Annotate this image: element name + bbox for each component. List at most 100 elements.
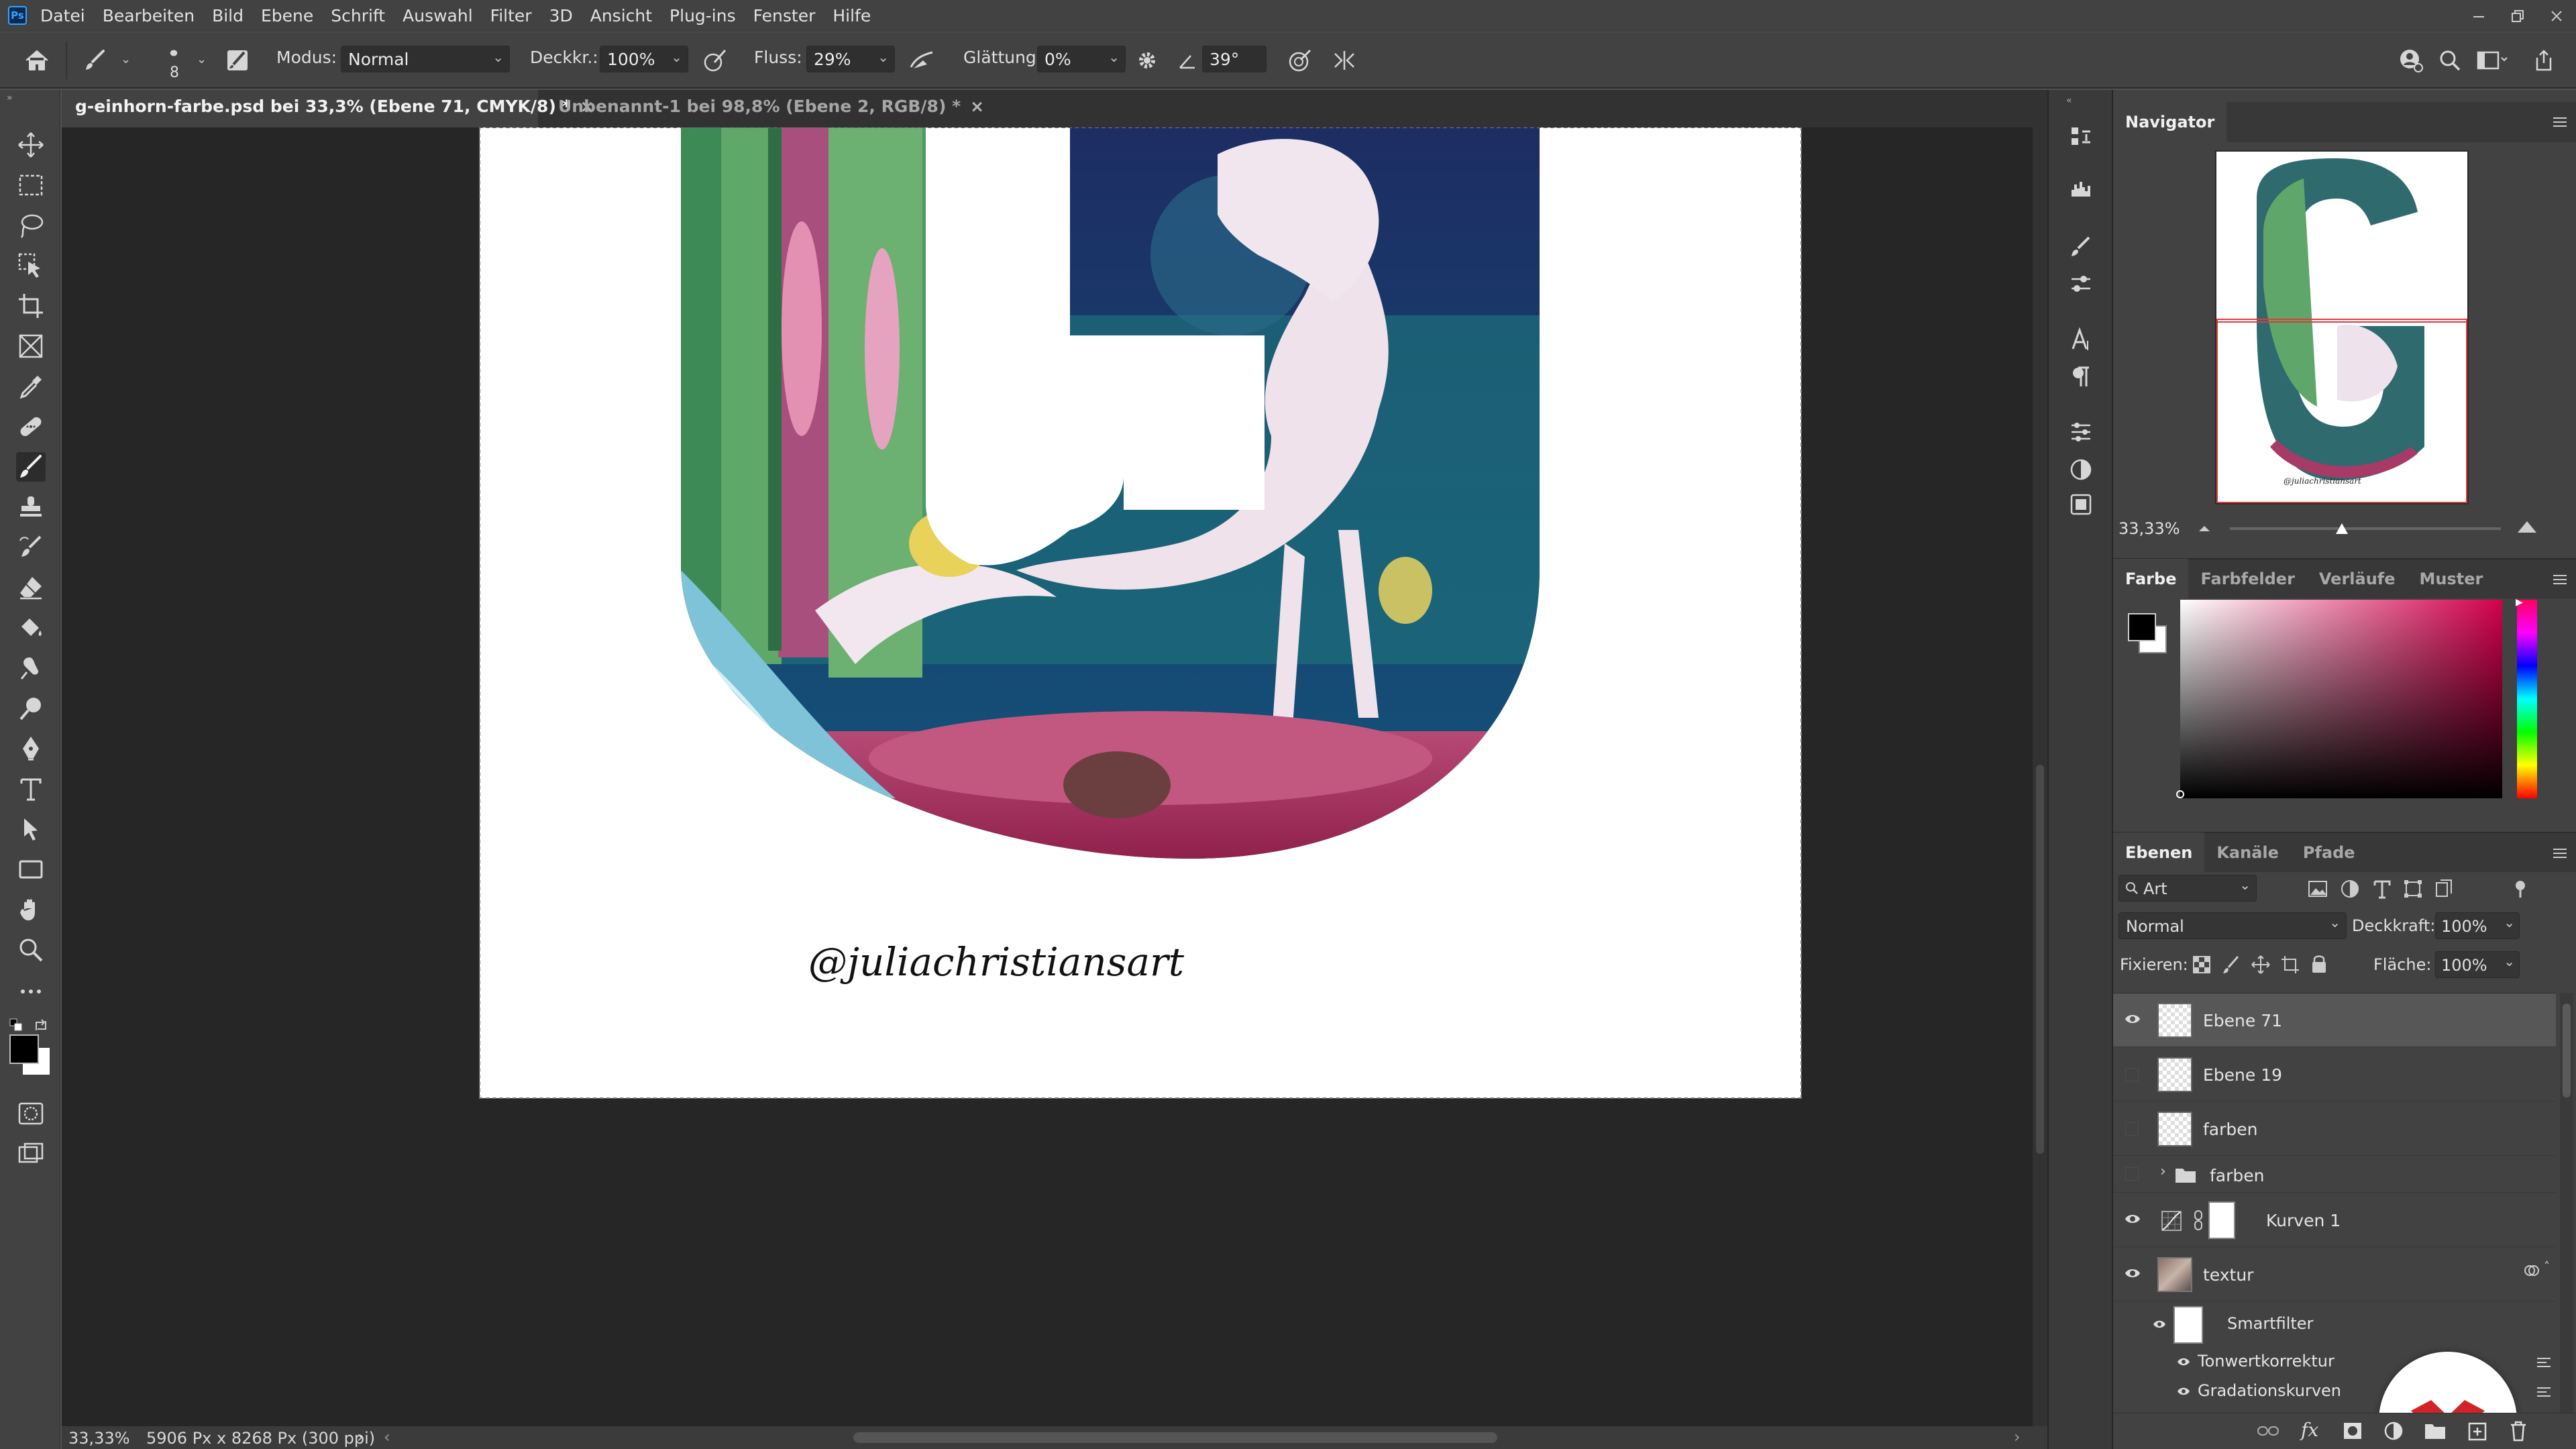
tab-g-einhorn[interactable]: g-einhorn-farbe.psd bei 33,3% (Ebene 71,…: [62, 90, 594, 127]
group-name[interactable]: farben: [2210, 1166, 2265, 1185]
brush-preset-icon[interactable]: [170, 50, 178, 56]
layer-name[interactable]: Ebene 71: [2203, 1011, 2282, 1030]
collapse-icon[interactable]: «: [2066, 95, 2072, 106]
layer-group-row[interactable]: › farben: [2113, 1157, 2556, 1193]
flow-field[interactable]: 29% ⌄: [806, 46, 895, 72]
link-layers-icon[interactable]: [2257, 1421, 2279, 1440]
lock-pixels-icon[interactable]: [2222, 955, 2241, 974]
lock-artboard-icon[interactable]: [2281, 955, 2300, 974]
default-colors-icon[interactable]: [9, 1018, 23, 1032]
lock-position-icon[interactable]: [2251, 955, 2270, 974]
filter-options-icon[interactable]: [2536, 1356, 2552, 1369]
menu-plugins[interactable]: Plug-ins: [669, 6, 736, 25]
lasso-tool-icon[interactable]: [16, 211, 46, 240]
filter-options-icon[interactable]: [2536, 1385, 2552, 1399]
zoom-level[interactable]: 33,33%: [68, 1429, 130, 1448]
menu-hilfe[interactable]: Hilfe: [833, 6, 871, 25]
paragraph-panel-icon[interactable]: [2066, 362, 2096, 392]
path-select-tool-icon[interactable]: [16, 814, 46, 844]
collapse-icon[interactable]: »: [7, 93, 13, 103]
tab-navigator[interactable]: Navigator: [2113, 102, 2227, 142]
scroll-thumb[interactable]: [2036, 765, 2044, 1154]
more-tools-icon[interactable]: [16, 977, 46, 1006]
brush-tool-icon[interactable]: [80, 46, 110, 75]
menu-bearbeiten[interactable]: Bearbeiten: [103, 6, 195, 25]
restore-icon[interactable]: [2498, 0, 2537, 32]
new-layer-icon[interactable]: [2467, 1421, 2487, 1442]
smoothing-field[interactable]: 0% ⌄: [1037, 46, 1126, 72]
character-panel-icon[interactable]: [2066, 325, 2096, 354]
filter-pixel-icon[interactable]: [2308, 879, 2328, 899]
layer-fill-field[interactable]: 100% ⌄: [2435, 951, 2520, 978]
marquee-tool-icon[interactable]: [16, 170, 46, 200]
scroll-thumb[interactable]: [2563, 1004, 2571, 1097]
horizontal-scroll-thumb[interactable]: [853, 1432, 1497, 1443]
hue-handle[interactable]: ▶: [2516, 597, 2523, 608]
eye-icon[interactable]: [2124, 1012, 2141, 1026]
tab-verlaeufe[interactable]: Verläufe: [2307, 559, 2408, 599]
filter-name[interactable]: Tonwertkorrektur: [2198, 1352, 2334, 1371]
visibility-toggle[interactable]: [2125, 1068, 2139, 1081]
close-icon[interactable]: ×: [970, 97, 984, 116]
eye-icon[interactable]: [2176, 1356, 2191, 1368]
menu-ebene[interactable]: Ebene: [261, 6, 313, 25]
brush-settings-icon[interactable]: [223, 46, 252, 75]
airbrush-icon[interactable]: [907, 46, 936, 75]
color-picker-handle[interactable]: [2176, 790, 2184, 798]
foreground-color-swatch[interactable]: [9, 1034, 39, 1064]
mode-select[interactable]: Normal ⌄: [341, 46, 510, 72]
crop-tool-icon[interactable]: [16, 291, 46, 321]
tab-unbenannt[interactable]: Unbenannt-1 bei 98,8% (Ebene 2, RGB/8) *…: [545, 90, 1001, 127]
type-tool-icon[interactable]: [16, 774, 46, 804]
delete-layer-icon[interactable]: [2509, 1420, 2528, 1442]
screen-mode-icon[interactable]: [16, 1139, 46, 1169]
color-field[interactable]: [2176, 600, 2502, 798]
chevron-up-icon[interactable]: ˄: [2544, 1260, 2550, 1274]
pen-tool-icon[interactable]: [16, 734, 46, 763]
menu-datei[interactable]: Datei: [40, 6, 85, 25]
filter-shape-icon[interactable]: [2403, 879, 2423, 899]
layer-row[interactable]: farben: [2113, 1102, 2556, 1156]
opacity-field[interactable]: 100% ⌄: [600, 46, 688, 72]
menu-ansicht[interactable]: Ansicht: [590, 6, 652, 25]
scroll-left-icon[interactable]: ‹: [384, 1428, 390, 1446]
eye-icon[interactable]: [2124, 1267, 2141, 1280]
menu-fenster[interactable]: Fenster: [753, 6, 816, 25]
navigator-zoom-slider[interactable]: [2230, 527, 2501, 530]
chevron-down-icon[interactable]: ⌄: [121, 52, 131, 66]
smart-filter-row[interactable]: Smartfilter: [2113, 1302, 2556, 1346]
menu-filter[interactable]: Filter: [490, 6, 532, 25]
brush-tool-icon[interactable]: [16, 452, 46, 482]
panel-menu-icon[interactable]: [2552, 573, 2568, 586]
canvas-area[interactable]: @juliachristiansart: [62, 127, 2033, 1426]
visibility-toggle[interactable]: [2125, 1167, 2139, 1181]
layer-name[interactable]: farben: [2203, 1120, 2258, 1139]
fx-icon[interactable]: fx: [2301, 1419, 2318, 1441]
pressure-opacity-icon[interactable]: [700, 46, 730, 75]
layer-name[interactable]: textur: [2203, 1265, 2253, 1285]
document-canvas[interactable]: @juliachristiansart: [479, 127, 1802, 1099]
eye-icon[interactable]: [2176, 1385, 2191, 1397]
vertical-scrollbar[interactable]: [2033, 127, 2047, 1426]
menu-3d[interactable]: 3D: [549, 6, 573, 25]
history-brush-tool-icon[interactable]: [16, 533, 46, 562]
adjustments-icon[interactable]: [2066, 455, 2096, 484]
properties-icon[interactable]: [2066, 417, 2096, 447]
hand-tool-icon[interactable]: [16, 895, 46, 924]
dodge-tool-icon[interactable]: [16, 694, 46, 723]
filter-name[interactable]: Gradationskurven: [2198, 1381, 2341, 1400]
eraser-tool-icon[interactable]: [16, 573, 46, 602]
swap-colors-icon[interactable]: [34, 1018, 48, 1033]
minimize-icon[interactable]: [2459, 0, 2498, 32]
layers-scrollbar[interactable]: [2560, 993, 2573, 1449]
filter-type-icon[interactable]: [2372, 879, 2392, 899]
chevron-right-icon[interactable]: ›: [2160, 1163, 2166, 1180]
navigator-zoom[interactable]: 33,33%: [2118, 519, 2180, 538]
link-icon[interactable]: [2194, 1210, 2203, 1231]
menu-bild[interactable]: Bild: [212, 6, 244, 25]
info-arrow-icon[interactable]: ›: [357, 1428, 364, 1446]
paint-bucket-tool-icon[interactable]: [16, 613, 46, 643]
add-mask-icon[interactable]: [2343, 1421, 2363, 1440]
filter-smart-object-icon[interactable]: [2434, 879, 2454, 899]
brush-size[interactable]: 8: [170, 64, 179, 81]
